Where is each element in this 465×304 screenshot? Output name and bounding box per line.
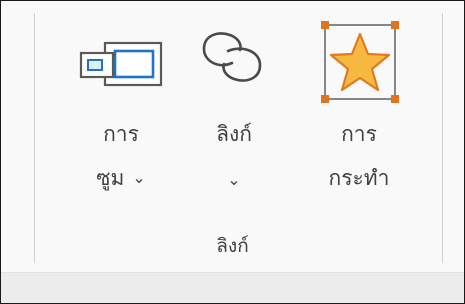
link-label: ลิงก์	[216, 122, 252, 146]
zoom-icon	[75, 17, 167, 101]
action-label-line2: กระทำ	[328, 166, 390, 190]
zoom-button[interactable]: การ ซูม ⌄	[71, 11, 171, 211]
link-dropdown[interactable]: ⌄	[186, 165, 282, 193]
chevron-down-icon[interactable]: ⌄	[132, 165, 145, 191]
group-separator-left	[34, 13, 35, 263]
zoom-label-line1: การ	[103, 122, 139, 146]
ribbon-bottom-strip	[1, 272, 464, 303]
zoom-label-line2: ซูม ⌄	[71, 165, 171, 191]
link-icon	[188, 17, 280, 101]
group-separator-right	[442, 13, 443, 263]
group-label-links: ลิงก์	[216, 235, 249, 257]
zoom-label-text: ซูม	[96, 166, 125, 190]
action-label-line1: การ	[341, 122, 377, 146]
star-action-icon	[313, 17, 405, 107]
action-button[interactable]: การ กระทำ	[307, 11, 411, 211]
window-frame: การ ซูม ⌄ ลิงก์ ⌄ การ กระทำ ลิงก์	[0, 0, 465, 304]
chevron-down-icon[interactable]: ⌄	[227, 170, 240, 189]
link-button[interactable]: ลิงก์ ⌄	[186, 11, 282, 211]
ribbon-panel: การ ซูม ⌄ ลิงก์ ⌄ การ กระทำ ลิงก์	[1, 1, 464, 272]
